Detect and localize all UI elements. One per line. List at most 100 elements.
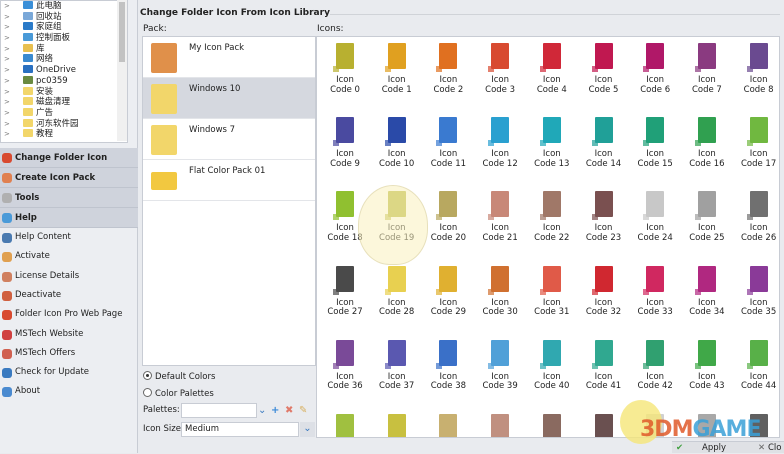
chevron-right-icon[interactable]: >: [4, 108, 10, 119]
icon-cell[interactable]: Icon Code 24: [629, 185, 681, 259]
icon-cell[interactable]: Icon Code 3: [474, 37, 526, 111]
chevron-right-icon[interactable]: >: [4, 12, 10, 23]
accordion-create-icon-pack[interactable]: Create Icon Pack: [0, 168, 138, 188]
icon-cell[interactable]: Icon Code 32: [578, 260, 630, 334]
tree-node[interactable]: > 网络: [1, 54, 127, 65]
icon-cell[interactable]: Icon Code 25: [681, 185, 733, 259]
menu-item-folder-icon-pro-web-page[interactable]: Folder Icon Pro Web Page: [0, 305, 138, 324]
chevron-right-icon[interactable]: >: [4, 87, 10, 98]
menu-item-mstech-offers[interactable]: MSTech Offers: [0, 344, 138, 363]
tree-node[interactable]: > 控制面板: [1, 33, 127, 44]
chevron-right-icon[interactable]: >: [4, 44, 10, 55]
menu-item-deactivate[interactable]: Deactivate: [0, 286, 138, 305]
edit-palette-icon[interactable]: ✎: [299, 404, 307, 417]
tree-node[interactable]: > 安装: [1, 86, 127, 98]
chevron-down-icon[interactable]: ⌄: [258, 404, 266, 417]
folder-tree[interactable]: > 此电脑 > 回收站 > 家庭组 > 控制面板 > 库 > 网络 > OneDrive > pc0359 > 安…: [0, 0, 128, 143]
tree-node[interactable]: > 库: [1, 43, 127, 55]
icon-cell[interactable]: Icon Code 7: [681, 37, 733, 111]
pack-item[interactable]: Windows 10: [143, 78, 315, 119]
scrollbar-thumb[interactable]: [119, 2, 125, 62]
tree-node[interactable]: > 回收站: [1, 11, 127, 23]
accordion-change-folder-icon[interactable]: Change Folder Icon: [0, 148, 138, 168]
icon-cell[interactable]: Icon Code 2: [422, 37, 474, 111]
delete-palette-icon[interactable]: ✖: [285, 404, 293, 417]
icon-cell[interactable]: Icon Code 4: [526, 37, 578, 111]
close-button[interactable]: Clo: [768, 442, 782, 454]
icon-cell[interactable]: Icon Code 9: [319, 111, 371, 185]
chevron-right-icon[interactable]: >: [4, 54, 10, 65]
icon-cell[interactable]: Icon Code 44: [733, 334, 779, 408]
icon-cell[interactable]: Icon Code 8: [733, 37, 779, 111]
tree-node[interactable]: > 家庭组: [1, 22, 127, 33]
icon-cell[interactable]: Icon Code 12: [474, 111, 526, 185]
color-palettes-radio[interactable]: Color Palettes: [143, 388, 214, 399]
icon-cell[interactable]: Icon Code 34: [681, 260, 733, 334]
tree-node[interactable]: > 河东软件园: [1, 118, 127, 130]
icon-cell[interactable]: Icon Code 17: [733, 111, 779, 185]
icon-cell[interactable]: [422, 408, 474, 437]
chevron-down-icon[interactable]: ⌄: [300, 422, 315, 437]
add-palette-icon[interactable]: +: [271, 404, 279, 417]
icon-cell[interactable]: Icon Code 29: [422, 260, 474, 334]
icon-cell[interactable]: Icon Code 11: [422, 111, 474, 185]
icon-cell[interactable]: [526, 408, 578, 437]
icon-cell[interactable]: Icon Code 43: [681, 334, 733, 408]
menu-item-activate[interactable]: Activate: [0, 247, 138, 266]
icon-cell[interactable]: Icon Code 22: [526, 185, 578, 259]
icon-cell[interactable]: Icon Code 21: [474, 185, 526, 259]
palettes-select[interactable]: [181, 403, 257, 418]
icon-cell[interactable]: Icon Code 6: [629, 37, 681, 111]
tree-node[interactable]: > 广告: [1, 107, 127, 119]
icon-cell[interactable]: Icon Code 26: [733, 185, 779, 259]
icon-cell[interactable]: Icon Code 33: [629, 260, 681, 334]
icon-cell[interactable]: Icon Code 1: [371, 37, 423, 111]
icon-cell[interactable]: Icon Code 39: [474, 334, 526, 408]
icon-cell[interactable]: Icon Code 36: [319, 334, 371, 408]
menu-item-license-details[interactable]: License Details: [0, 267, 138, 286]
pack-item[interactable]: Flat Color Pack 01: [143, 160, 315, 201]
icon-cell[interactable]: [371, 408, 423, 437]
icon-cell[interactable]: Icon Code 20: [422, 185, 474, 259]
tree-node[interactable]: > 此电脑: [1, 1, 127, 12]
icon-cell[interactable]: Icon Code 16: [681, 111, 733, 185]
chevron-right-icon[interactable]: >: [4, 22, 10, 33]
menu-item-mstech-website[interactable]: MSTech Website: [0, 325, 138, 344]
tree-scrollbar[interactable]: [117, 0, 127, 141]
chevron-right-icon[interactable]: >: [4, 119, 10, 130]
chevron-right-icon[interactable]: >: [4, 97, 10, 108]
chevron-right-icon[interactable]: >: [4, 76, 10, 87]
icon-cell[interactable]: Icon Code 13: [526, 111, 578, 185]
chevron-right-icon[interactable]: >: [4, 1, 10, 12]
icon-cell[interactable]: Icon Code 38: [422, 334, 474, 408]
icon-cell[interactable]: Icon Code 14: [578, 111, 630, 185]
icon-cell[interactable]: Icon Code 40: [526, 334, 578, 408]
pack-item[interactable]: Windows 7: [143, 119, 315, 160]
tree-node[interactable]: > OneDrive: [1, 65, 127, 76]
tree-node[interactable]: > 磁盘清理: [1, 97, 127, 108]
icon-size-select[interactable]: Medium: [181, 422, 299, 437]
tree-node[interactable]: > pc0359: [1, 75, 127, 87]
icon-cell[interactable]: Icon Code 30: [474, 260, 526, 334]
icon-cell[interactable]: Icon Code 41: [578, 334, 630, 408]
accordion-help[interactable]: Help: [0, 208, 138, 228]
icon-cell[interactable]: Icon Code 42: [629, 334, 681, 408]
apply-button[interactable]: Apply: [702, 442, 726, 454]
icon-cell[interactable]: Icon Code 0: [319, 37, 371, 111]
chevron-right-icon[interactable]: >: [4, 129, 10, 140]
accordion-tools[interactable]: Tools: [0, 188, 138, 208]
icon-cell[interactable]: Icon Code 31: [526, 260, 578, 334]
menu-item-about[interactable]: About: [0, 382, 138, 401]
icon-cell[interactable]: Icon Code 35: [733, 260, 779, 334]
chevron-right-icon[interactable]: >: [4, 33, 10, 44]
menu-item-check-for-update[interactable]: Check for Update: [0, 363, 138, 382]
icon-cell[interactable]: Icon Code 27: [319, 260, 371, 334]
icon-cell[interactable]: Icon Code 10: [371, 111, 423, 185]
tree-node[interactable]: > 教程: [1, 129, 127, 140]
icon-cell[interactable]: Icon Code 37: [371, 334, 423, 408]
icon-cell[interactable]: [319, 408, 371, 437]
icon-cell[interactable]: Icon Code 23: [578, 185, 630, 259]
icon-cell[interactable]: Icon Code 5: [578, 37, 630, 111]
default-colors-radio[interactable]: Default Colors: [143, 371, 215, 382]
icon-cell[interactable]: [474, 408, 526, 437]
